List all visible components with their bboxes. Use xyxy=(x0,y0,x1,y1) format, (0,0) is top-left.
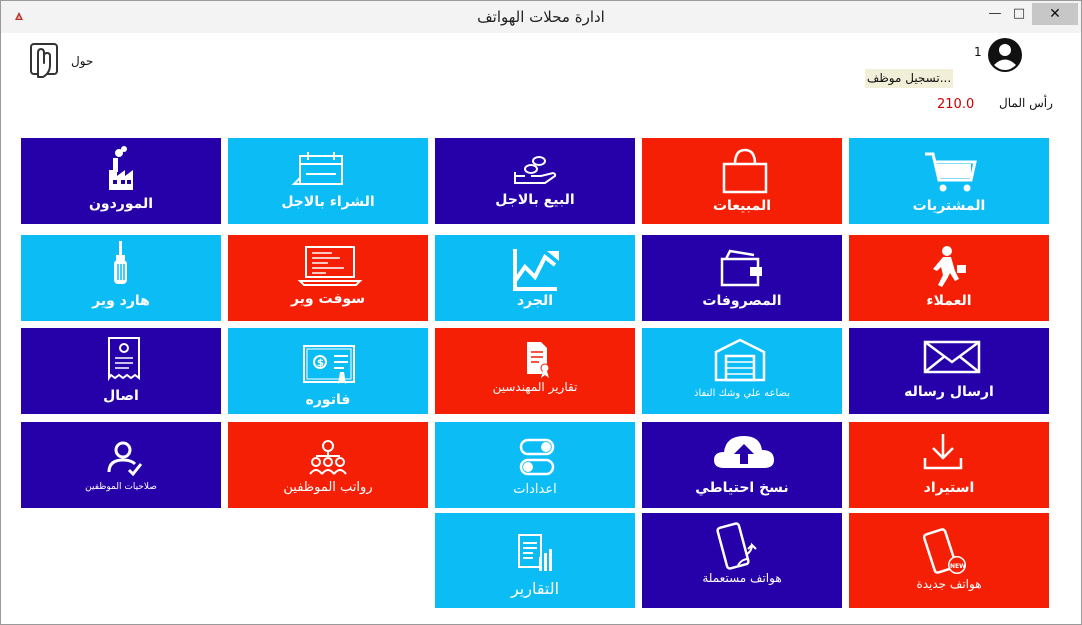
tile-label: ارسال رساله xyxy=(904,384,994,400)
hand-coins-icon xyxy=(435,138,635,224)
salary-people-icon xyxy=(228,422,428,508)
tile-suppliers[interactable]: الموردون xyxy=(21,138,221,224)
tile-import[interactable]: استيراد xyxy=(849,422,1049,508)
tile-credit-purchases[interactable]: الشراء بالاجل xyxy=(228,138,428,224)
tile-label: الجرد xyxy=(516,293,554,309)
close-button[interactable]: ✕ xyxy=(1032,3,1078,25)
tile-label: رواتب الموظفين xyxy=(283,480,373,495)
tile-used-phones[interactable]: هواتف مستعملة xyxy=(642,513,842,608)
laptop-code-icon xyxy=(228,235,428,321)
tile-label: هواتف مستعملة xyxy=(702,571,782,585)
report-document-icon xyxy=(435,328,635,414)
tile-credit-sales[interactable]: البيع بالاجل xyxy=(435,138,635,224)
tile-label: العملاء xyxy=(926,293,972,309)
tile-label: الموردون xyxy=(88,196,154,212)
capital-value: 210.0 xyxy=(937,97,975,112)
tile-label: هارد وير xyxy=(92,293,150,309)
tile-label: المبيعات xyxy=(712,198,772,214)
tile-receipt[interactable]: اصال xyxy=(21,328,221,414)
svg-text:$: $ xyxy=(317,358,324,369)
tile-label: سوفت وير xyxy=(290,291,366,307)
tile-label: اصال xyxy=(103,388,139,404)
tile-label: هواتف جديدة xyxy=(916,577,982,591)
tile-expenses[interactable]: المصروفات xyxy=(642,235,842,321)
tile-software[interactable]: سوفت وير xyxy=(228,235,428,321)
tile-invoice[interactable]: $ فاتوره xyxy=(228,328,428,414)
tile-label: الشراء بالاجل xyxy=(281,194,375,210)
tile-label: نسخ احتياطي xyxy=(695,480,789,496)
about-label[interactable]: حول xyxy=(71,54,93,68)
tile-label: التقارير xyxy=(510,579,560,598)
title-bar: ادارة محلات الهواتف — □ ✕ xyxy=(1,1,1081,33)
tile-label: المشتريات xyxy=(912,198,986,214)
tile-label: فاتوره xyxy=(305,392,351,408)
user-count: 1 xyxy=(974,45,982,59)
tile-hardware[interactable]: هارد وير xyxy=(21,235,221,321)
maximize-button[interactable]: □ xyxy=(1007,3,1031,25)
tile-send-message[interactable]: ارسال رساله xyxy=(849,328,1049,414)
tile-settings[interactable]: اعدادات xyxy=(435,422,635,508)
tile-salaries[interactable]: رواتب الموظفين xyxy=(228,422,428,508)
main-window: ادارة محلات الهواتف — □ ✕ حول 1 تسجيل مو… xyxy=(0,0,1082,625)
capital-label: رأس المال xyxy=(999,96,1053,110)
tile-engineer-reports[interactable]: تقارير المهندسين xyxy=(435,328,635,414)
tile-label: استيراد xyxy=(923,480,975,496)
tile-permissions[interactable]: صلاحيات الموظفين xyxy=(21,422,221,508)
tile-sales[interactable]: المبيعات xyxy=(642,138,842,224)
tile-new-phones[interactable]: NEW هواتف جديدة xyxy=(849,513,1049,608)
tile-label: تقارير المهندسين xyxy=(492,380,578,394)
new-phone-icon: NEW xyxy=(849,513,1049,608)
svg-text:NEW: NEW xyxy=(950,563,966,570)
tile-label: صلاحيات الموظفين xyxy=(85,482,157,492)
window-title: ادارة محلات الهواتف xyxy=(477,8,605,26)
user-avatar-icon[interactable] xyxy=(987,37,1023,73)
about-hand-icon[interactable] xyxy=(29,41,63,81)
calendar-icon xyxy=(228,138,428,224)
tile-label: اعدادات xyxy=(513,482,557,497)
tile-reports[interactable]: التقارير xyxy=(435,513,635,608)
tile-purchases[interactable]: المشتريات xyxy=(849,138,1049,224)
tile-backup[interactable]: نسخ احتياطي xyxy=(642,422,842,508)
tile-label: البيع بالاجل xyxy=(495,192,575,208)
envelope-icon xyxy=(849,328,1049,414)
tile-customers[interactable]: العملاء xyxy=(849,235,1049,321)
tile-label: بضاعه علي وشك النفاذ xyxy=(693,388,790,399)
tile-inventory[interactable]: الجرد xyxy=(435,235,635,321)
user-check-icon xyxy=(21,422,221,508)
employee-login-button[interactable]: تسجيل موظف... xyxy=(865,69,953,88)
used-phone-icon xyxy=(642,513,842,608)
warehouse-icon xyxy=(642,328,842,414)
minimize-button[interactable]: — xyxy=(981,3,1009,25)
tile-low-stock[interactable]: بضاعه علي وشك النفاذ xyxy=(642,328,842,414)
tile-label: المصروفات xyxy=(702,293,782,309)
